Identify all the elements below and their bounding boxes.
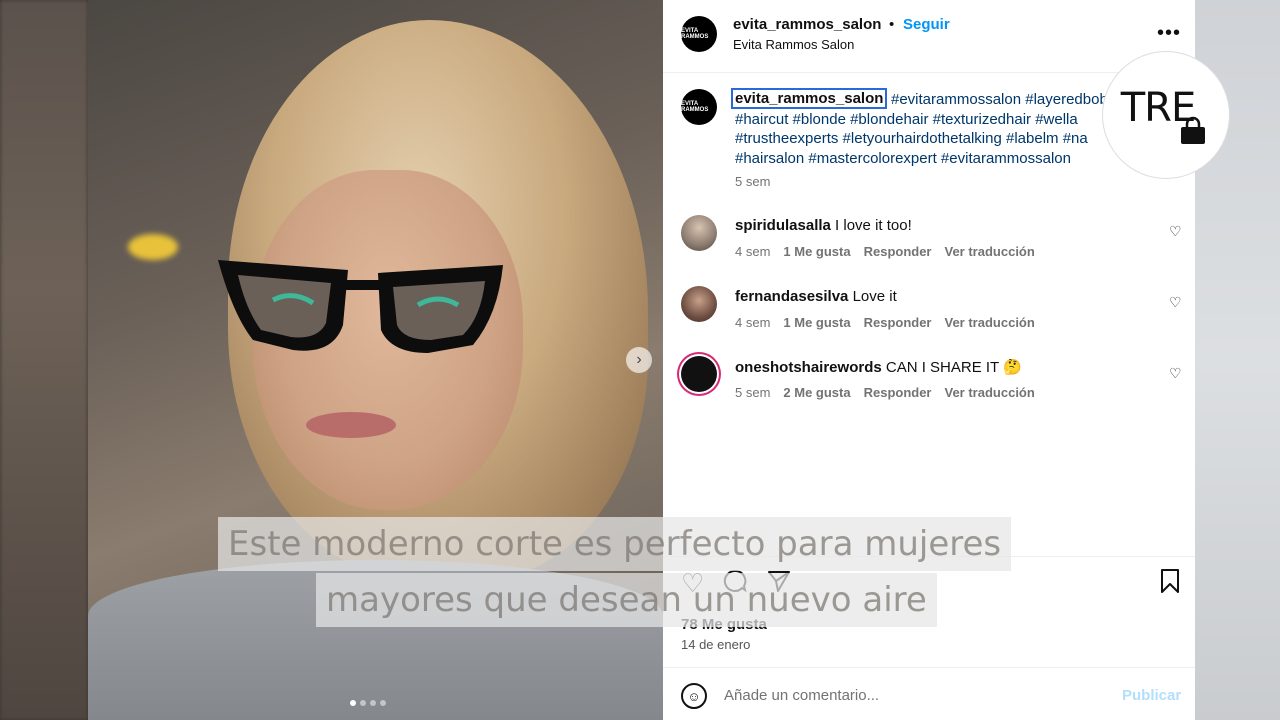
comment-meta: 4 sem 1 Me gusta Responder Ver traducció…	[735, 244, 1035, 259]
post-date: 14 de enero	[681, 637, 751, 652]
translate-button[interactable]: Ver traducción	[945, 315, 1035, 330]
comment-likes[interactable]: 1 Me gusta	[783, 315, 850, 330]
comment-likes[interactable]: 2 Me gusta	[783, 385, 850, 400]
comment-time: 4 sem	[735, 244, 771, 259]
avatar-text: EVITA RAMMOS	[681, 101, 709, 113]
comment-text: spiridulasalla I love it too!	[735, 217, 912, 234]
next-image-button[interactable]: ›	[626, 347, 652, 373]
divider	[663, 667, 1195, 668]
lips-shape	[306, 412, 396, 438]
carousel-dot	[370, 700, 376, 706]
carousel-indicator	[350, 700, 386, 706]
caption-time: 5 sem	[735, 174, 771, 189]
follow-button[interactable]: Seguir	[903, 16, 950, 33]
caption-username[interactable]: evita_rammos_salon	[730, 88, 888, 109]
carousel-dot	[350, 700, 356, 706]
comment-time: 5 sem	[735, 385, 771, 400]
background-lamp	[128, 234, 178, 260]
comment-username[interactable]: spiridulasalla	[735, 217, 831, 234]
shopping-bag-icon	[1181, 116, 1205, 144]
carousel-dot	[360, 700, 366, 706]
comment-text: oneshotshairewords CAN I SHARE IT 🤔	[735, 358, 1022, 376]
comment-body: I love it too!	[835, 217, 912, 234]
more-icon[interactable]: •••	[1157, 22, 1181, 45]
carousel-dot	[380, 700, 386, 706]
comment-input[interactable]: Añade un comentario...	[724, 687, 879, 704]
chevron-right-icon: ›	[636, 351, 642, 368]
subtitle-line-2: mayores que desean un nuevo aire	[316, 573, 937, 627]
author-username[interactable]: evita_rammos_salon	[733, 16, 881, 33]
separator-dot: •	[889, 16, 895, 33]
author-avatar[interactable]: EVITA RAMMOS	[681, 16, 717, 52]
comment-avatar[interactable]	[681, 215, 717, 251]
author-subtitle: Evita Rammos Salon	[733, 37, 855, 52]
avatar-text: EVITA RAMMOS	[681, 28, 709, 40]
heart-icon[interactable]: ♡	[1169, 365, 1182, 382]
translate-button[interactable]: Ver traducción	[945, 244, 1035, 259]
comment-likes[interactable]: 1 Me gusta	[783, 244, 850, 259]
comment-meta: 5 sem 2 Me gusta Responder Ver traducció…	[735, 385, 1035, 400]
comment-text: fernandasesilva Love it	[735, 288, 897, 305]
background-left	[0, 0, 88, 720]
comment-username[interactable]: oneshotshairewords	[735, 359, 882, 376]
caption-avatar[interactable]: EVITA RAMMOS	[681, 89, 717, 125]
heart-icon[interactable]: ♡	[1169, 223, 1182, 240]
publish-button[interactable]: Publicar	[1122, 687, 1181, 704]
reply-button[interactable]: Responder	[864, 244, 932, 259]
emoji-icon[interactable]: ☺	[681, 683, 707, 709]
comment-body: CAN I SHARE IT 🤔	[885, 359, 1022, 376]
bookmark-icon[interactable]	[1159, 568, 1181, 594]
channel-logo: TRE	[1103, 52, 1229, 178]
divider	[663, 72, 1195, 73]
comment-meta: 4 sem 1 Me gusta Responder Ver traducció…	[735, 315, 1035, 330]
translate-button[interactable]: Ver traducción	[945, 385, 1035, 400]
comment-avatar[interactable]	[681, 356, 717, 392]
heart-icon[interactable]: ♡	[1169, 294, 1182, 311]
comment-avatar[interactable]	[681, 286, 717, 322]
reply-button[interactable]: Responder	[864, 385, 932, 400]
reply-button[interactable]: Responder	[864, 315, 932, 330]
glasses-shape	[218, 260, 503, 353]
comment-time: 4 sem	[735, 315, 771, 330]
subtitle-line-1: Este moderno corte es perfecto para muje…	[218, 517, 1012, 571]
comment-body: Love it	[852, 288, 897, 305]
comment-username[interactable]: fernandasesilva	[735, 288, 848, 305]
